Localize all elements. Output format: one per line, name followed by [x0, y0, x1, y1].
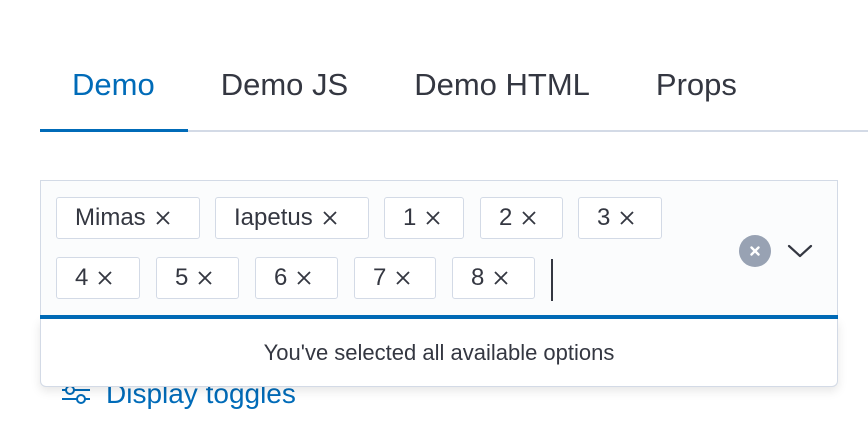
text-cursor[interactable]	[551, 259, 553, 301]
tab-demo-html[interactable]: Demo HTML	[381, 52, 623, 130]
remove-option-icon[interactable]	[424, 209, 442, 227]
option-pill: 4	[56, 257, 140, 299]
remove-option-icon[interactable]	[96, 269, 114, 287]
option-pill-label: Iapetus	[234, 204, 313, 231]
page: Demo Demo JS Demo HTML Props Display tog…	[0, 0, 868, 442]
option-pill: Iapetus	[215, 197, 369, 239]
option-pill-label: 3	[597, 204, 611, 231]
options-popover: You've selected all available options	[40, 319, 838, 387]
option-pill: 3	[578, 197, 662, 239]
tab-bar: Demo Demo JS Demo HTML Props	[40, 52, 868, 132]
remove-option-icon[interactable]	[196, 269, 214, 287]
option-pill-label: 2	[499, 204, 513, 231]
option-pill-label: 8	[471, 264, 485, 291]
tab-demo-js[interactable]: Demo JS	[188, 52, 381, 130]
option-pill-label: 5	[175, 264, 189, 291]
remove-option-icon[interactable]	[321, 209, 339, 227]
option-pill: Mimas	[56, 197, 200, 239]
option-pill-label: 7	[373, 264, 387, 291]
remove-option-icon[interactable]	[520, 209, 538, 227]
option-pill: 6	[255, 257, 338, 299]
popover-message: You've selected all available options	[263, 339, 615, 365]
option-pill-label: Mimas	[75, 204, 146, 231]
option-pill: 1	[384, 197, 464, 239]
remove-option-icon[interactable]	[295, 269, 313, 287]
tab-props[interactable]: Props	[623, 52, 770, 130]
chevron-down-icon[interactable]	[785, 237, 815, 265]
combo-box[interactable]: Mimas Iapetus 1 2 3 4 5 6 7 8	[40, 180, 838, 318]
tab-demo[interactable]: Demo	[40, 52, 188, 132]
remove-option-icon[interactable]	[618, 209, 636, 227]
option-pill: 2	[480, 197, 563, 239]
option-pill-label: 6	[274, 264, 288, 291]
option-pill: 7	[354, 257, 436, 299]
remove-option-icon[interactable]	[492, 269, 510, 287]
option-pill: 8	[452, 257, 535, 299]
remove-option-icon[interactable]	[394, 269, 412, 287]
option-pill: 5	[156, 257, 239, 299]
remove-option-icon[interactable]	[154, 209, 172, 227]
option-pill-label: 1	[403, 204, 417, 231]
option-pill-label: 4	[75, 264, 89, 291]
clear-circle-icon[interactable]	[739, 235, 771, 267]
